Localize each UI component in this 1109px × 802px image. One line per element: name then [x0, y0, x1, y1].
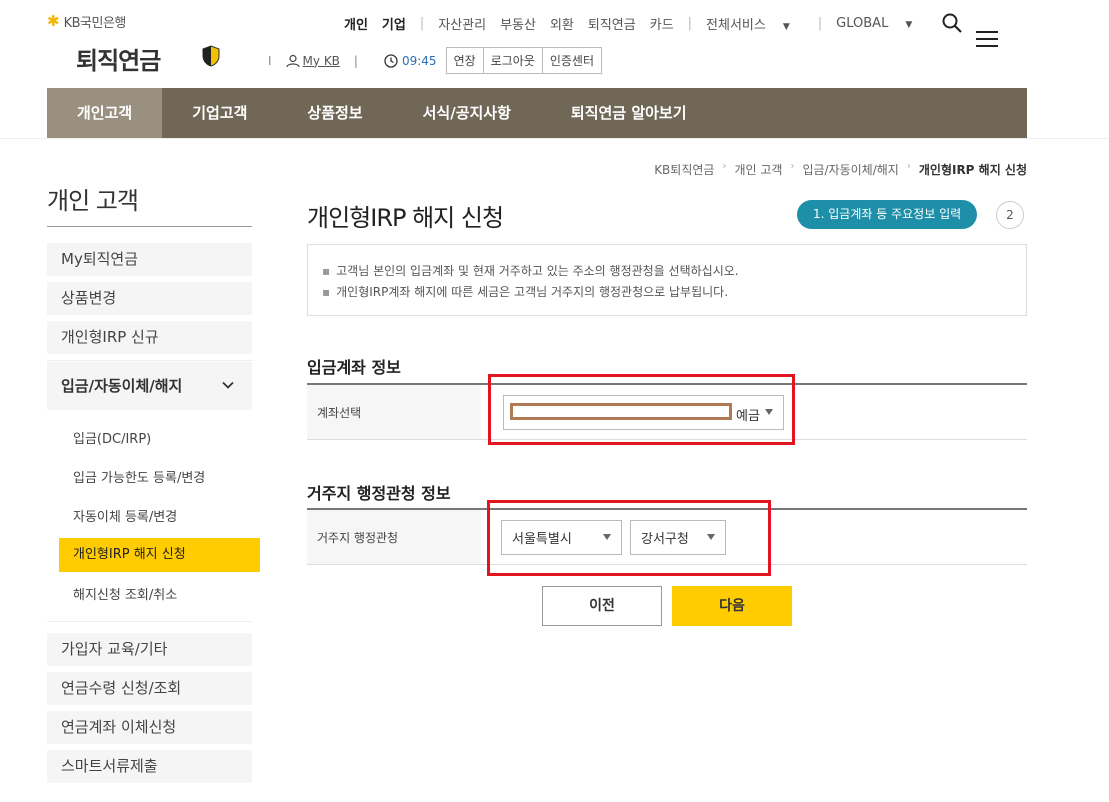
sidebar-item-account-transfer[interactable]: 연금계좌 이체신청 [47, 711, 252, 744]
sidebar-sub-irp-cancel[interactable]: 개인형IRP 해지 신청 [59, 538, 260, 572]
sidebar-item-my-pension[interactable]: My퇴직연금 [47, 243, 252, 276]
userbar-separator: | [353, 53, 358, 68]
mykb-link[interactable]: My KB [285, 53, 340, 68]
topnav-personal[interactable]: 개인 [344, 14, 368, 33]
session-timer: 09:45 [384, 54, 437, 68]
user-icon [285, 54, 300, 67]
main-nav: 개인고객 기업고객 상품정보 서식/공지사항 퇴직연금 알아보기 [47, 88, 1027, 138]
sidebar-item-annuity[interactable]: 연금수령 신청/조회 [47, 672, 252, 705]
bank-name: KB국민은행 [63, 16, 127, 31]
section-title-account: 입금계좌 정보 [307, 358, 401, 377]
sidebar-sub-deposit-limit[interactable]: 입금 가능한도 등록/변경 [73, 467, 205, 486]
sidebar-item-product-change[interactable]: 상품변경 [47, 282, 252, 315]
notice-text: 개인형IRP계좌 해지에 따른 세금은 고객님 거주지의 행정관청으로 납부됩니… [336, 285, 729, 299]
sidebar-sub-cancel-inquiry[interactable]: 해지신청 조회/취소 [73, 584, 177, 603]
clock-icon [384, 53, 398, 68]
caret-down-icon: ▼ [905, 20, 913, 30]
chevron-right-icon: › [790, 161, 795, 172]
mykb-label: My KB [302, 53, 340, 68]
kb-star-icon: ✱ [47, 12, 60, 30]
sidebar-sub-deposit[interactable]: 입금(DC/IRP) [73, 428, 151, 447]
cert-center-button[interactable]: 인증센터 [541, 47, 602, 74]
topnav-separator: | [419, 16, 425, 31]
sidebar-item-education[interactable]: 가입자 교육/기타 [47, 633, 252, 666]
topnav-forex[interactable]: 외환 [550, 14, 574, 33]
breadcrumb-item[interactable]: 입금/자동이체/해지 [802, 161, 898, 178]
chevron-right-icon: › [722, 161, 727, 172]
search-icon[interactable] [942, 13, 962, 33]
chevron-right-icon: › [906, 161, 911, 172]
prev-button[interactable]: 이전 [542, 586, 662, 626]
bullet-icon: ▪ [322, 264, 331, 278]
highlight-box-account [488, 374, 795, 445]
topnav-separator: | [687, 16, 693, 31]
topnav-real-estate[interactable]: 부동산 [500, 14, 536, 33]
caret-down-icon: ▼ [782, 22, 790, 32]
sidebar-sub-auto-transfer[interactable]: 자동이체 등록/변경 [73, 506, 177, 525]
extend-session-button[interactable]: 연장 [445, 47, 484, 74]
userbar-separator: I [268, 53, 272, 68]
mainnav-pension-guide[interactable]: 퇴직연금 알아보기 [541, 88, 717, 138]
top-nav: 개인 기업 | 자산관리 부동산 외환 퇴직연금 카드 | 전체서비스 ▼ | G… [344, 14, 926, 33]
sidebar-item-irp-new[interactable]: 개인형IRP 신규 [47, 321, 252, 354]
notice-text: 고객님 본인의 입금계좌 및 현재 거주하고 있는 주소의 행정관청을 선택하십… [336, 264, 739, 278]
bullet-icon: ▪ [322, 285, 331, 299]
security-shield-icon [202, 45, 220, 67]
breadcrumb-item[interactable]: KB퇴직연금 [654, 161, 714, 178]
logout-button[interactable]: 로그아웃 [482, 47, 543, 74]
topnav-corporate[interactable]: 기업 [382, 14, 406, 33]
mainnav-products[interactable]: 상품정보 [277, 88, 392, 138]
breadcrumb: KB퇴직연금 › 개인 고객 › 입금/자동이체/해지 › 개인형IRP 해지 … [654, 161, 1027, 178]
step-indicator-next: 2 [996, 201, 1024, 229]
highlight-box-address [487, 500, 771, 576]
all-services-label: 전체서비스 [706, 18, 766, 33]
next-button[interactable]: 다음 [672, 586, 792, 626]
breadcrumb-item[interactable]: 개인 고객 [734, 161, 782, 178]
step-indicator-current: 1. 입금계좌 등 주요정보 입력 [797, 200, 978, 229]
sidebar-item-smart-docs[interactable]: 스마트서류제출 [47, 750, 252, 783]
user-bar: I My KB | 09:45 연장 로그아웃 인증센터 [268, 47, 602, 74]
breadcrumb-current: 개인형IRP 해지 신청 [918, 163, 1027, 177]
mainnav-personal[interactable]: 개인고객 [47, 88, 163, 138]
section-title-address: 거주지 행정관청 정보 [307, 484, 451, 503]
topnav-assets[interactable]: 자산관리 [438, 14, 486, 33]
sidebar-title-divider [47, 226, 252, 227]
topnav-separator: | [817, 16, 823, 31]
header-divider [0, 138, 1109, 139]
sidebar-title: 개인 고객 [47, 187, 139, 215]
global-label: GLOBAL [836, 16, 889, 31]
app-title[interactable]: 퇴직연금 [76, 41, 161, 76]
kb-logo[interactable]: ✱ KB국민은행 [47, 12, 127, 32]
notice-box: ▪ 고객님 본인의 입금계좌 및 현재 거주하고 있는 주소의 행정관청을 선택하… [307, 244, 1027, 316]
chevron-down-icon[interactable] [221, 378, 235, 392]
account-select-label: 계좌선택 [307, 385, 481, 439]
mainnav-corporate[interactable]: 기업고객 [162, 88, 277, 138]
topnav-pension[interactable]: 퇴직연금 [588, 14, 636, 33]
session-time: 09:45 [401, 53, 437, 68]
notice-line: ▪ 고객님 본인의 입금계좌 및 현재 거주하고 있는 주소의 행정관청을 선택하… [322, 261, 1026, 282]
mainnav-forms-notices[interactable]: 서식/공지사항 [393, 88, 541, 138]
menu-icon[interactable] [976, 31, 998, 49]
page-title: 개인형IRP 해지 신청 [307, 204, 504, 232]
address-label: 거주지 행정관청 [307, 510, 481, 564]
topnav-global[interactable]: GLOBAL ▼ [836, 16, 912, 31]
topnav-all-services[interactable]: 전체서비스 ▼ [706, 14, 790, 33]
notice-line: ▪ 개인형IRP계좌 해지에 따른 세금은 고객님 거주지의 행정관청으로 납부됩… [322, 282, 1026, 303]
topnav-card[interactable]: 카드 [650, 14, 674, 33]
